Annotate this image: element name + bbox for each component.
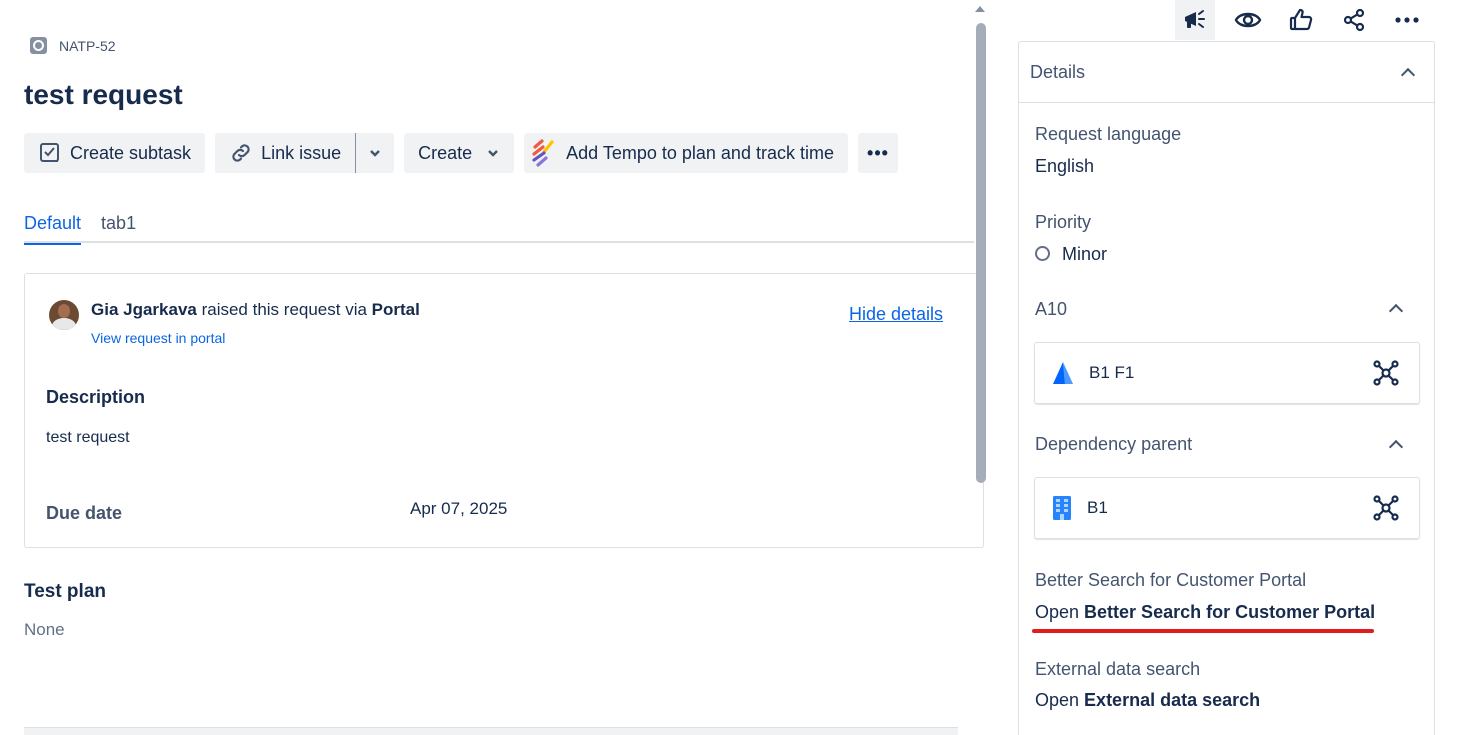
description-text[interactable]: test request [46, 429, 130, 447]
request-card: Gia Jgarkava raised this request via Por… [24, 273, 984, 548]
dependency-parent-item-name: B1 [1087, 498, 1108, 517]
link-issue-split: Link issue [215, 133, 395, 173]
a10-linked-item[interactable]: B1 F1 [1034, 342, 1420, 404]
eye-icon [1234, 12, 1262, 28]
scroll-up-arrow[interactable] [975, 6, 985, 12]
raised-text: raised this request via [196, 300, 372, 319]
megaphone-icon [1185, 10, 1205, 28]
better-search-open-link[interactable]: Open Better Search for Customer Portal [1035, 602, 1375, 623]
reporter-name[interactable]: Gia Jgarkava [91, 300, 197, 319]
chevron-up-icon[interactable] [1400, 67, 1416, 82]
watch-button[interactable] [1228, 0, 1268, 40]
issue-actions [1175, 0, 1427, 40]
issue-toolbar: Create subtask Link issue Create Add Tem… [24, 133, 898, 173]
test-plan-value[interactable]: None [24, 620, 65, 640]
details-panel: Details Request language English Priorit… [1018, 41, 1435, 735]
chevron-up-icon[interactable] [1388, 303, 1404, 319]
create-subtask-label: Create subtask [70, 142, 192, 163]
more-actions-button[interactable]: ••• [857, 133, 898, 173]
due-date-label: Due date [46, 503, 123, 523]
better-search-link-text[interactable]: Better Search for Customer Portal [1084, 602, 1375, 622]
highlight-underline [1032, 629, 1374, 633]
external-search-label: External data search [1035, 659, 1201, 679]
better-search-label: Better Search for Customer Portal [1035, 570, 1307, 590]
request-language-value[interactable]: English [1035, 156, 1094, 177]
priority-field[interactable]: Minor [1035, 244, 1107, 265]
graph-icon [1373, 495, 1399, 521]
priority-value: Minor [1062, 244, 1108, 264]
tempo-label: Add Tempo to plan and track time [566, 142, 834, 163]
description-heading: Description [46, 387, 146, 407]
share-icon [1343, 8, 1365, 32]
a10-heading: A10 [1035, 299, 1068, 319]
more-icon [1395, 17, 1419, 23]
next-section-edge [24, 727, 958, 735]
chevron-up-icon[interactable] [1388, 439, 1404, 455]
breadcrumb[interactable]: NATP-52 [30, 37, 116, 54]
external-search-link-text[interactable]: External data search [1084, 690, 1260, 710]
reporter-info: Gia Jgarkava raised this request via Por… [49, 300, 420, 346]
tempo-icon [532, 139, 554, 167]
issue-key[interactable]: NATP-52 [59, 38, 116, 54]
vote-button[interactable] [1281, 0, 1321, 40]
scrollbar-thumb[interactable] [976, 23, 986, 483]
test-plan-heading: Test plan [24, 581, 106, 602]
subtask-icon [40, 143, 59, 162]
priority-label: Priority [1035, 212, 1092, 232]
a10-item-name: B1 F1 [1089, 363, 1135, 382]
open-prefix: Open [1035, 690, 1085, 710]
details-title: Details [1030, 61, 1086, 82]
link-issue-label: Link issue [261, 142, 342, 163]
announcement-button[interactable] [1175, 0, 1215, 40]
tempo-button[interactable]: Add Tempo to plan and track time [524, 133, 848, 173]
details-header[interactable]: Details [1019, 42, 1434, 103]
more-options-button[interactable] [1387, 0, 1427, 40]
due-date-value[interactable]: Apr 07, 2025 [410, 499, 507, 519]
open-prefix: Open [1035, 602, 1085, 622]
dependency-parent-heading: Dependency parent [1035, 434, 1193, 454]
atlas-icon [1053, 362, 1073, 384]
priority-minor-icon [1035, 246, 1050, 261]
dependency-parent-item[interactable]: B1 [1034, 477, 1420, 539]
link-issue-button[interactable]: Link issue [215, 133, 356, 173]
more-icon: ••• [867, 142, 889, 163]
tab-tab1[interactable]: tab1 [101, 211, 136, 243]
external-search-open-link[interactable]: Open External data search [1035, 690, 1260, 711]
create-button[interactable]: Create [404, 133, 515, 173]
create-subtask-button[interactable]: Create subtask [24, 133, 206, 173]
issue-type-icon [30, 37, 47, 54]
chevron-down-icon [488, 150, 498, 157]
create-label: Create [418, 142, 473, 163]
issue-main: NATP-52 test request Create subtask Link… [0, 0, 984, 735]
hide-details-link[interactable]: Hide details [849, 304, 943, 325]
tab-default[interactable]: Default [24, 211, 82, 245]
building-icon [1053, 496, 1071, 520]
issue-tabs: Default tab1 [24, 211, 974, 245]
link-issue-dropdown[interactable] [356, 133, 395, 173]
link-icon [232, 144, 250, 162]
page-title[interactable]: test request [24, 79, 183, 111]
reporter-line: Gia Jgarkava raised this request via Por… [91, 300, 420, 320]
thumbs-up-icon [1289, 8, 1313, 31]
graph-icon [1373, 360, 1399, 386]
request-language-label: Request language [1035, 124, 1182, 144]
avatar[interactable] [49, 300, 79, 330]
share-button[interactable] [1334, 0, 1374, 40]
chevron-down-icon [370, 150, 380, 157]
view-request-in-portal-link[interactable]: View request in portal [91, 330, 420, 346]
channel-name: Portal [371, 300, 420, 319]
